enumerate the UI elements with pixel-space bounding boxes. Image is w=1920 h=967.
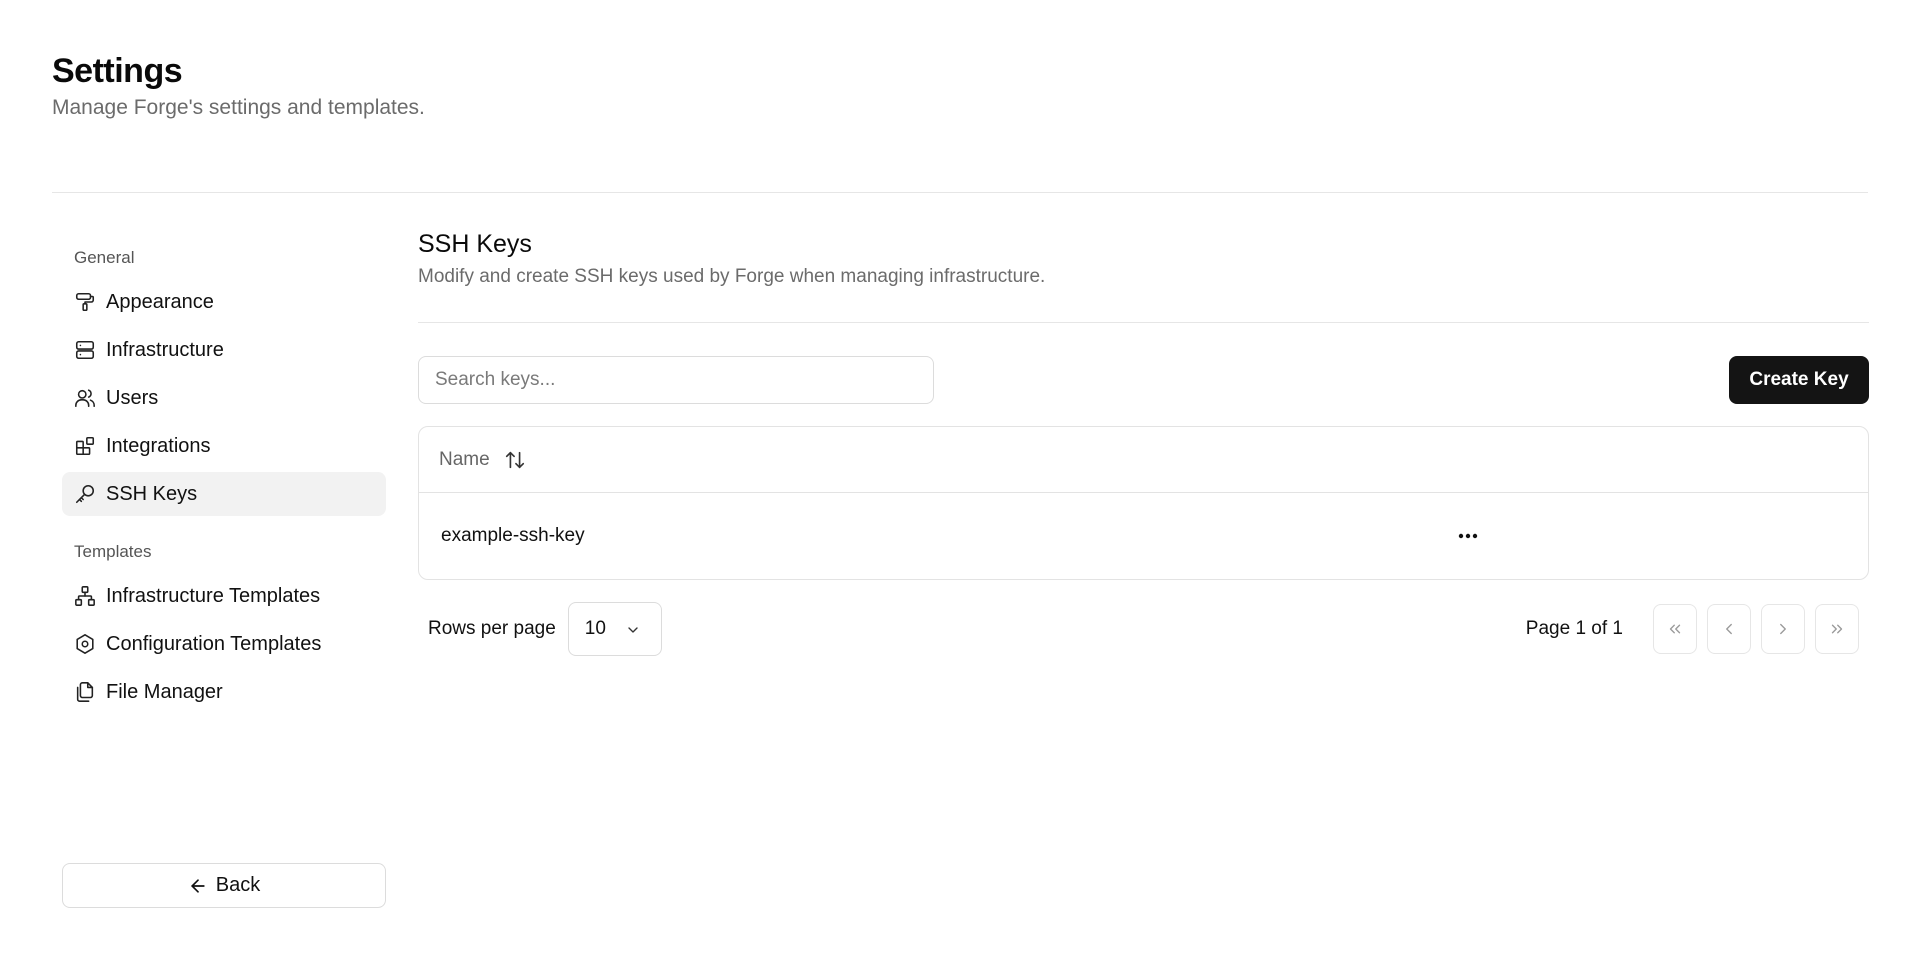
- sidebar-item-configuration-templates[interactable]: Configuration Templates: [62, 622, 386, 666]
- sidebar-item-label: Infrastructure Templates: [106, 584, 321, 607]
- section-subtitle: Modify and create SSH keys used by Forge…: [418, 266, 1046, 287]
- section-divider: [418, 322, 1869, 323]
- key-name-cell: example-ssh-key: [441, 525, 585, 546]
- table-header: Name: [419, 427, 1868, 493]
- arrow-left-icon: [191, 878, 205, 893]
- sort-arrows-icon[interactable]: [504, 449, 526, 471]
- create-key-button[interactable]: Create Key: [1729, 356, 1869, 404]
- table-row[interactable]: example-ssh-key: [419, 493, 1868, 579]
- search-keys-input[interactable]: [418, 356, 934, 404]
- sidebar-item-label: File Manager: [106, 680, 223, 703]
- last-page-button[interactable]: [1815, 604, 1859, 654]
- ssh-keys-section: SSH Keys Modify and create SSH keys used…: [418, 228, 1869, 656]
- next-page-button[interactable]: [1761, 604, 1805, 654]
- chevrons-right-icon: [1831, 624, 1843, 634]
- sidebar-item-label: Infrastructure: [106, 338, 224, 361]
- sidebar-item-label: Users: [106, 386, 159, 409]
- settings-sidebar: General Appearance Infrastructure Users …: [62, 240, 386, 714]
- more-actions-icon[interactable]: [1455, 523, 1481, 549]
- header-divider: [52, 192, 1868, 193]
- key-icon: [74, 483, 96, 505]
- chevron-right-icon: [1780, 623, 1786, 635]
- sidebar-item-users[interactable]: Users: [62, 376, 386, 420]
- rows-per-page: Rows per page 10: [428, 602, 662, 656]
- sidebar-item-infrastructure-templates[interactable]: Infrastructure Templates: [62, 574, 386, 618]
- nav-group-templates-label: Templates: [74, 542, 152, 561]
- page-info: Page 1 of 1: [1525, 618, 1623, 639]
- page-title: Settings: [52, 52, 183, 90]
- sidebar-item-label: Appearance: [106, 290, 214, 313]
- back-button[interactable]: Back: [62, 863, 386, 908]
- chevron-down-icon: [628, 627, 638, 633]
- page-header: Settings Manage Forge's settings and tem…: [52, 50, 425, 120]
- chevrons-left-icon: [1669, 624, 1681, 634]
- pagination-controls: Page 1 of 1: [1526, 602, 1859, 656]
- chevron-left-icon: [1726, 623, 1732, 635]
- first-page-button[interactable]: [1653, 604, 1697, 654]
- page-subtitle: Manage Forge's settings and templates.: [52, 96, 425, 119]
- rows-per-page-value: 10: [584, 618, 606, 639]
- nav-group-general-label: General: [74, 248, 135, 267]
- section-title: SSH Keys: [418, 230, 532, 258]
- column-header-name: Name: [439, 448, 490, 470]
- network-icon: [74, 585, 96, 607]
- users-icon: [74, 387, 96, 409]
- files-icon: [74, 681, 96, 703]
- rows-per-page-label: Rows per page: [428, 618, 556, 639]
- sidebar-item-label: SSH Keys: [106, 482, 198, 505]
- paint-roller-icon: [74, 291, 96, 313]
- previous-page-button[interactable]: [1707, 604, 1751, 654]
- sidebar-item-integrations[interactable]: Integrations: [62, 424, 386, 468]
- ssh-keys-table: Name example-ssh-key: [418, 426, 1869, 580]
- rows-per-page-select[interactable]: 10: [567, 602, 662, 656]
- server-icon: [74, 339, 96, 361]
- sidebar-item-file-manager[interactable]: File Manager: [62, 670, 386, 714]
- sidebar-item-infrastructure[interactable]: Infrastructure: [62, 328, 386, 372]
- sidebar-item-label: Integrations: [106, 434, 211, 457]
- sidebar-item-ssh-keys[interactable]: SSH Keys: [62, 472, 386, 516]
- sidebar-item-appearance[interactable]: Appearance: [62, 280, 386, 324]
- back-button-label: Back: [215, 874, 261, 896]
- blocks-icon: [74, 435, 96, 457]
- sidebar-item-label: Configuration Templates: [106, 632, 322, 655]
- hexagon-settings-icon: [74, 633, 96, 655]
